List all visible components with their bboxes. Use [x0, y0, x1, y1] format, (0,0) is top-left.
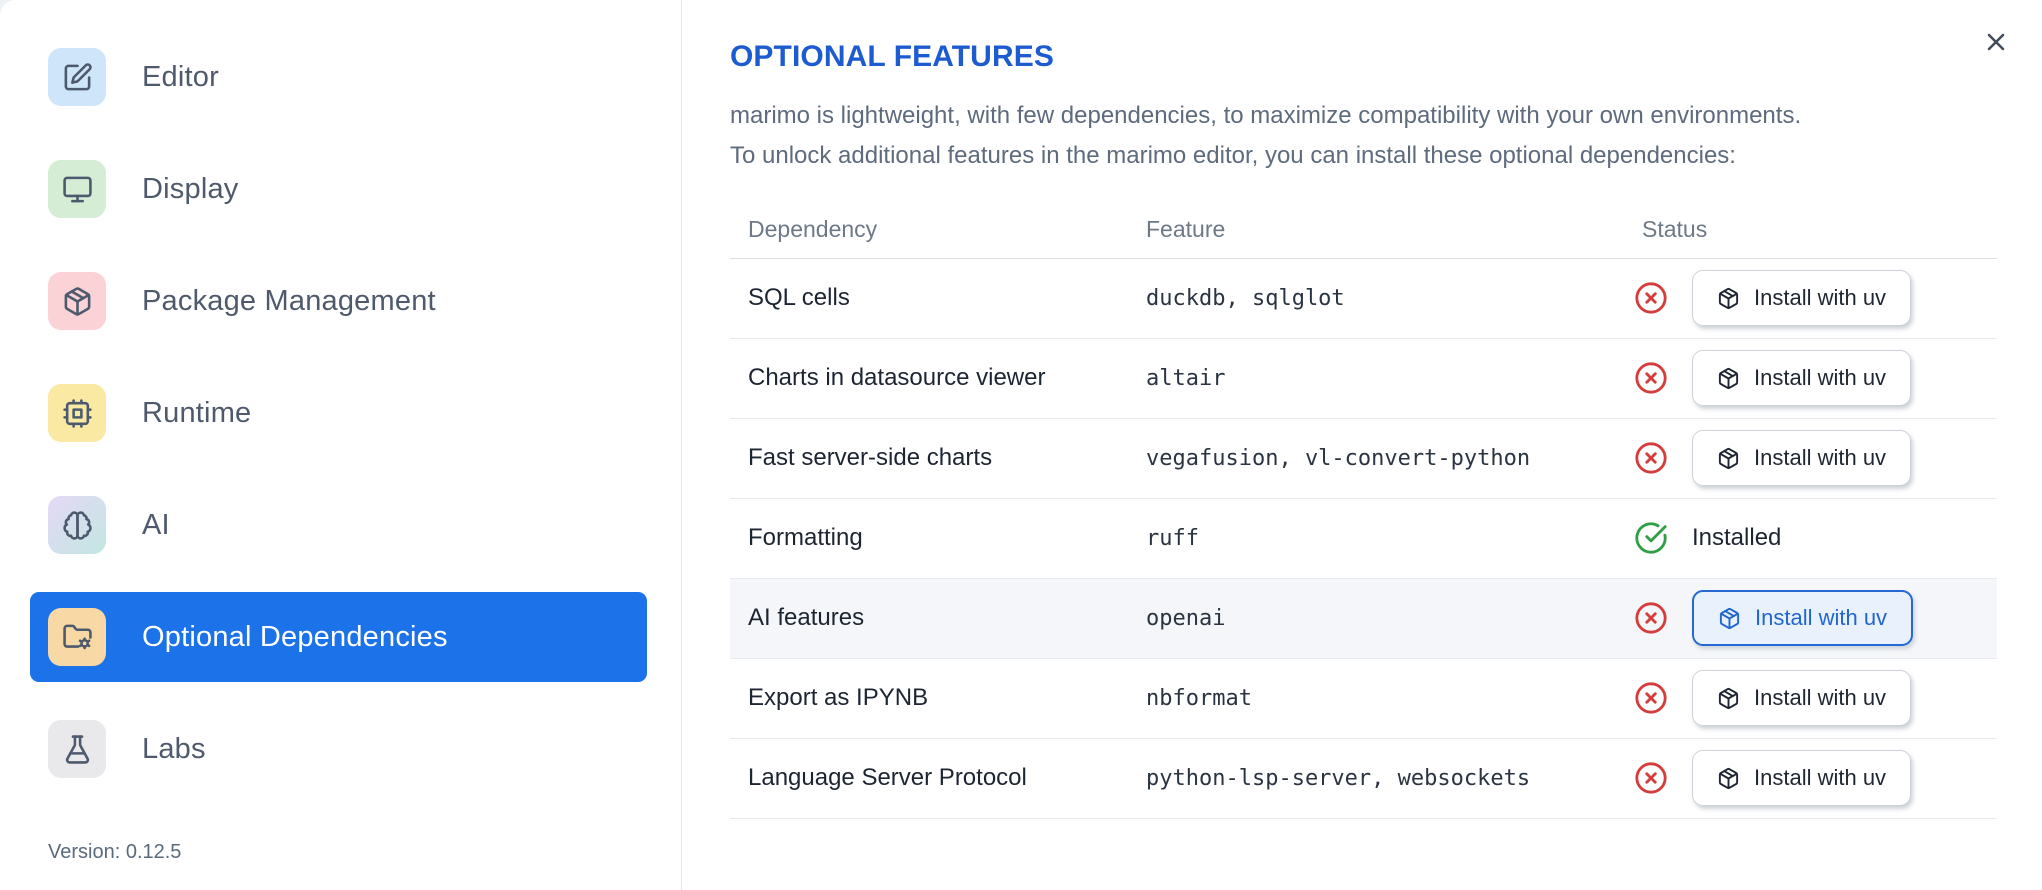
package-icon	[1719, 607, 1740, 629]
table-row: Language Server Protocol python-lsp-serv…	[730, 738, 1997, 819]
feature-cell: duckdb, sqlglot	[1128, 258, 1624, 339]
not-installed-icon	[1634, 761, 1668, 795]
sidebar-item-label: Editor	[142, 60, 219, 93]
status-cell: Install with uv	[1624, 578, 1997, 659]
install-with-uv-button[interactable]: Install with uv	[1692, 670, 1912, 726]
sidebar-item-package-management[interactable]: Package Management	[30, 256, 647, 346]
feature-cell: vegafusion, vl-convert-python	[1128, 418, 1624, 499]
table-row: AI features openai Install with uv	[730, 578, 1997, 659]
sidebar-item-label: Display	[142, 172, 239, 205]
page-title: OPTIONAL FEATURES	[730, 40, 1054, 73]
install-with-uv-button[interactable]: Install with uv	[1692, 350, 1912, 406]
table-row: Formatting ruff Installed	[730, 498, 1997, 579]
description-line: marimo is lightweight, with few dependen…	[730, 102, 1802, 129]
feature-cell: ruff	[1128, 498, 1624, 579]
optional-features-panel: OPTIONAL FEATURES marimo is lightweight,…	[682, 0, 2042, 890]
install-with-uv-button[interactable]: Install with uv	[1692, 750, 1912, 806]
feature-cell: nbformat	[1128, 658, 1624, 739]
package-icon	[1718, 287, 1739, 309]
description-line: To unlock additional features in the mar…	[730, 142, 1736, 169]
feature-cell: altair	[1128, 338, 1624, 419]
feature-cell: openai	[1128, 578, 1624, 659]
install-with-uv-button[interactable]: Install with uv	[1692, 270, 1912, 326]
not-installed-icon	[1634, 441, 1668, 475]
sidebar-item-optional-dependencies[interactable]: Optional Dependencies	[30, 592, 647, 682]
sidebar-item-label: Runtime	[142, 396, 252, 429]
brain-icon	[48, 496, 106, 554]
dependency-cell: Formatting	[730, 498, 1128, 579]
install-with-uv-button[interactable]: Install with uv	[1692, 430, 1912, 486]
sidebar-item-editor[interactable]: Editor	[30, 32, 647, 122]
package-icon	[1718, 367, 1739, 389]
sidebar-item-label: AI	[142, 508, 170, 541]
install-button-label: Install with uv	[1754, 365, 1887, 390]
table-header-row: Dependency Feature Status	[730, 202, 1997, 259]
not-installed-icon	[1634, 601, 1668, 635]
status-cell: Install with uv	[1624, 738, 1997, 819]
not-installed-icon	[1634, 361, 1668, 395]
dependency-cell: Export as IPYNB	[730, 658, 1128, 739]
status-cell: Installed	[1624, 498, 1997, 579]
sidebar-item-label: Package Management	[142, 284, 436, 317]
not-installed-icon	[1634, 281, 1668, 315]
package-icon	[1718, 447, 1739, 469]
settings-sidebar: Editor Display Package Management Runtim…	[0, 0, 682, 890]
close-icon	[1982, 28, 2010, 56]
package-icon	[1718, 687, 1739, 709]
sidebar-item-labs[interactable]: Labs	[30, 704, 647, 794]
install-button-label: Install with uv	[1754, 445, 1887, 470]
installed-icon	[1634, 521, 1668, 555]
column-header-dependency: Dependency	[730, 202, 1128, 259]
dependency-cell: AI features	[730, 578, 1128, 659]
close-button[interactable]	[1978, 24, 2014, 60]
install-button-label: Install with uv	[1754, 285, 1887, 310]
dependency-cell: Charts in datasource viewer	[730, 338, 1128, 419]
dependency-cell: Language Server Protocol	[730, 738, 1128, 819]
status-cell: Install with uv	[1624, 658, 1997, 739]
folder-cog-icon	[48, 608, 106, 666]
sidebar-item-label: Optional Dependencies	[142, 620, 448, 653]
package-icon	[48, 272, 106, 330]
column-header-feature: Feature	[1128, 202, 1624, 259]
install-button-label: Install with uv	[1754, 685, 1887, 710]
install-button-label: Install with uv	[1754, 765, 1887, 790]
dependency-cell: Fast server-side charts	[730, 418, 1128, 499]
dependency-cell: SQL cells	[730, 258, 1128, 339]
version-label: Version: 0.12.5	[48, 841, 182, 863]
sidebar-item-display[interactable]: Display	[30, 144, 647, 234]
sidebar-item-ai[interactable]: AI	[30, 480, 647, 570]
table-row: Charts in datasource viewer altair Insta…	[730, 338, 1997, 419]
sidebar-item-runtime[interactable]: Runtime	[30, 368, 647, 458]
flask-icon	[48, 720, 106, 778]
pen-square-icon	[48, 48, 106, 106]
monitor-icon	[48, 160, 106, 218]
install-with-uv-button[interactable]: Install with uv	[1692, 590, 1914, 646]
optional-features-table: Dependency Feature Status SQL cells duck…	[730, 202, 1997, 819]
table-row: Export as IPYNB nbformat Install with uv	[730, 658, 1997, 739]
status-cell: Install with uv	[1624, 418, 1997, 499]
status-cell: Install with uv	[1624, 338, 1997, 419]
table-row: Fast server-side charts vegafusion, vl-c…	[730, 418, 1997, 499]
not-installed-icon	[1634, 681, 1668, 715]
cpu-icon	[48, 384, 106, 442]
installed-status-text: Installed	[1692, 524, 1782, 551]
feature-cell: python-lsp-server, websockets	[1128, 738, 1624, 819]
install-button-label: Install with uv	[1755, 605, 1888, 630]
sidebar-item-label: Labs	[142, 732, 206, 765]
table-row: SQL cells duckdb, sqlglot Install with u…	[730, 258, 1997, 339]
status-cell: Install with uv	[1624, 258, 1997, 339]
settings-dialog: Editor Display Package Management Runtim…	[0, 0, 2042, 890]
description: marimo is lightweight, with few dependen…	[730, 96, 1997, 176]
package-icon	[1718, 767, 1739, 789]
column-header-status: Status	[1624, 202, 1997, 259]
